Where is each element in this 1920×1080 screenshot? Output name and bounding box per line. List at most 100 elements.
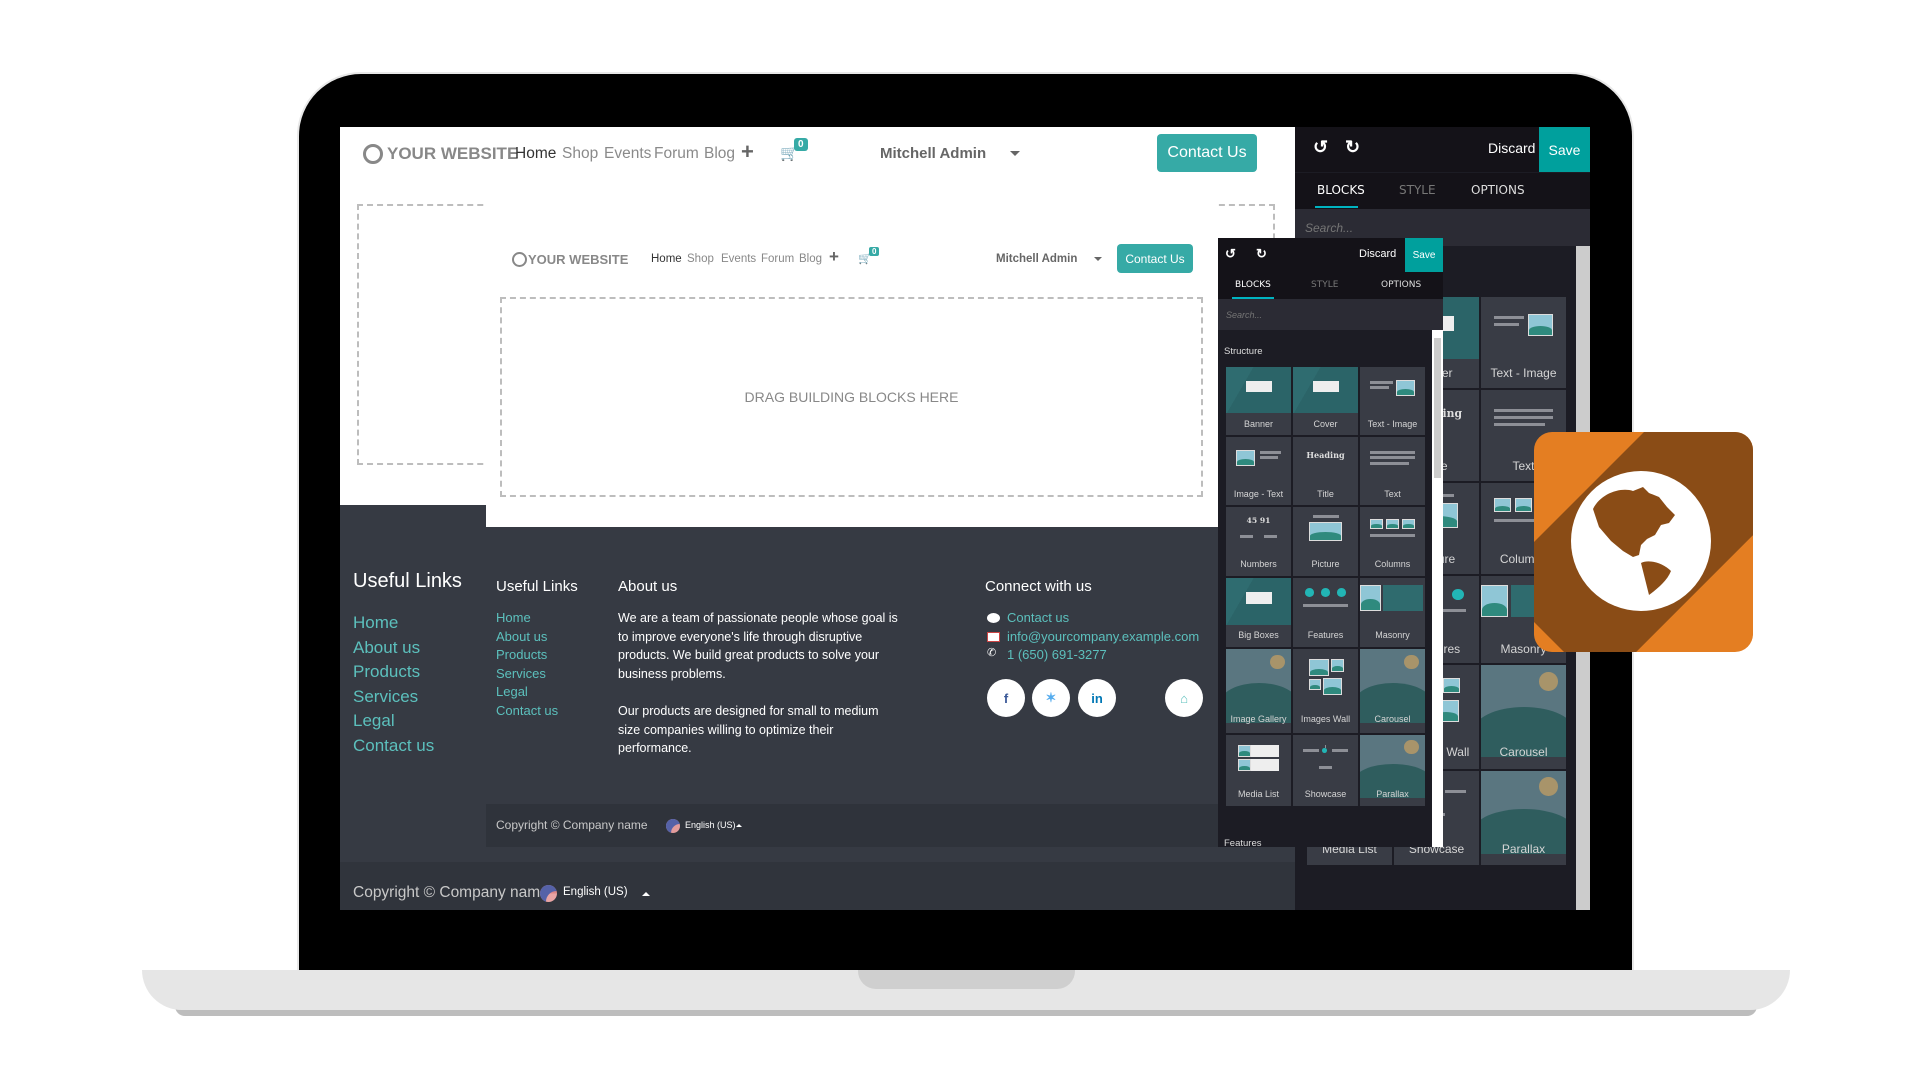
twitter-icon[interactable]: ✶	[1032, 679, 1070, 717]
nav-events[interactable]: Events	[604, 145, 651, 163]
block-carousel[interactable]: Carousel	[1481, 665, 1566, 769]
footer-link-legal[interactable]: Legal	[353, 709, 434, 734]
save-button[interactable]: Save	[1539, 127, 1590, 172]
footer-link-products[interactable]: Products	[353, 660, 434, 685]
inner-footer-link-legal[interactable]: Legal	[496, 683, 558, 702]
section-structure: Structure	[1224, 346, 1263, 357]
comment-icon	[987, 613, 1000, 623]
block-label: Image - Text	[1233, 488, 1284, 499]
user-menu[interactable]: Mitchell Admin	[880, 145, 986, 162]
inner-block-image-text[interactable]: Image - Text	[1226, 437, 1291, 505]
globe-logo-icon	[512, 252, 527, 267]
inner-save-button[interactable]: Save	[1405, 238, 1443, 272]
inner-add-plus-icon[interactable]: +	[829, 247, 839, 267]
block-label: Title	[1317, 488, 1334, 499]
outer-footer-links: Home About us Products Services Legal Co…	[353, 611, 434, 759]
discard-button[interactable]: Discard	[1488, 140, 1535, 156]
inner-block-text-image[interactable]: Text - Image	[1360, 367, 1425, 435]
inner-block-big-boxes[interactable]: Big Boxes	[1226, 578, 1291, 647]
inner-blocks-search-input[interactable]	[1218, 299, 1443, 330]
nav-shop[interactable]: Shop	[562, 145, 598, 163]
linkedin-icon[interactable]: in	[1078, 679, 1116, 717]
site-logo[interactable]: YOUR WEBSITE	[387, 144, 518, 164]
contact-us-button[interactable]: Contact Us	[1157, 134, 1257, 172]
editor-tabs: BLOCKS STYLE OPTIONS	[1295, 173, 1590, 209]
block-parallax[interactable]: Parallax	[1481, 771, 1566, 865]
home-icon[interactable]: ⌂	[1165, 679, 1203, 717]
facebook-icon[interactable]: f	[987, 679, 1025, 717]
inner-footer-link-about[interactable]: About us	[496, 628, 558, 647]
inner-block-banner[interactable]: Banner	[1226, 367, 1291, 435]
inner-footer-link-home[interactable]: Home	[496, 609, 558, 628]
footer-link-contact[interactable]: Contact us	[353, 734, 434, 759]
inner-language-selector[interactable]: English (US)	[685, 820, 736, 830]
connect-contact-link[interactable]: Contact us	[1007, 609, 1069, 628]
inner-website: YOUR WEBSITE Home Shop Events Forum Blog…	[486, 203, 1218, 527]
inner-nav-forum[interactable]: Forum	[761, 253, 794, 265]
block-text-image[interactable]: Text - Image	[1481, 297, 1566, 388]
inner-footer-link-products[interactable]: Products	[496, 646, 558, 665]
inner-block-text[interactable]: Text	[1360, 437, 1425, 505]
inner-block-picture[interactable]: Picture	[1293, 507, 1358, 576]
footer-link-services[interactable]: Services	[353, 685, 434, 710]
about-paragraph-2: Our products are designed for small to m…	[618, 704, 879, 756]
redo-icon[interactable]: ↻	[1345, 137, 1360, 158]
tab-style[interactable]: STYLE	[1399, 183, 1436, 197]
section-features: Features	[1224, 838, 1262, 847]
inner-block-media-list[interactable]: Media List	[1226, 735, 1291, 806]
inner-block-image-gallery[interactable]: Image Gallery	[1226, 649, 1291, 733]
inner-nav-shop[interactable]: Shop	[687, 253, 714, 265]
inner-tab-options[interactable]: OPTIONS	[1381, 280, 1421, 290]
undo-icon[interactable]: ↺	[1313, 137, 1328, 158]
language-selector[interactable]: English (US)	[563, 886, 628, 898]
block-label: Text - Image	[1490, 365, 1557, 380]
nav-forum[interactable]: Forum	[654, 145, 699, 163]
inner-block-showcase[interactable]: Showcase	[1293, 735, 1358, 806]
block-label: Text	[1384, 488, 1401, 499]
inner-block-columns[interactable]: Columns	[1360, 507, 1425, 576]
inner-site-logo[interactable]: YOUR WEBSITE	[528, 252, 628, 267]
inner-nav-events[interactable]: Events	[721, 253, 756, 265]
inner-block-numbers[interactable]: 45 91 Numbers	[1226, 507, 1291, 576]
inner-footer-link-services[interactable]: Services	[496, 665, 558, 684]
email-link[interactable]: info@yourcompany.example.com	[1007, 628, 1199, 647]
inner-redo-icon[interactable]: ↻	[1256, 246, 1267, 262]
block-label: Parallax	[1376, 789, 1409, 800]
nav-blog[interactable]: Blog	[704, 145, 735, 163]
inner-copyright: Copyright © Company name	[496, 818, 648, 832]
inner-block-parallax[interactable]: Parallax	[1360, 735, 1425, 806]
inner-user-menu[interactable]: Mitchell Admin	[996, 253, 1077, 265]
footer-link-about[interactable]: About us	[353, 636, 434, 661]
block-label: Parallax	[1501, 842, 1546, 857]
footer-link-home[interactable]: Home	[353, 611, 434, 636]
about-title: About us	[618, 578, 678, 595]
block-label: Carousel	[1374, 713, 1411, 724]
scrollbar-thumb[interactable]	[1434, 338, 1441, 478]
nav-home[interactable]: Home	[515, 145, 556, 163]
connect-title: Connect with us	[985, 578, 1092, 595]
inner-tab-blocks[interactable]: BLOCKS	[1235, 280, 1271, 290]
inner-editor-scrollbar[interactable]	[1432, 330, 1443, 847]
inner-block-cover[interactable]: Cover	[1293, 367, 1358, 435]
inner-contact-us-button[interactable]: Contact Us	[1117, 244, 1193, 273]
phone-link[interactable]: 1 (650) 691-3277	[1007, 646, 1107, 665]
tab-blocks[interactable]: BLOCKS	[1317, 183, 1365, 197]
block-label: Carousel	[1499, 744, 1548, 759]
inner-dropzone[interactable]: DRAG BUILDING BLOCKS HERE	[500, 297, 1203, 497]
inner-block-features[interactable]: Features	[1293, 578, 1358, 647]
inner-nav-home[interactable]: Home	[651, 253, 682, 265]
globe-badge	[1534, 432, 1753, 652]
about-paragraph-1: We are a team of passionate people whose…	[618, 611, 898, 682]
inner-block-title[interactable]: Heading Title	[1293, 437, 1358, 505]
tab-options[interactable]: OPTIONS	[1471, 183, 1525, 197]
inner-undo-icon[interactable]: ↺	[1225, 246, 1236, 262]
inner-block-carousel[interactable]: Carousel	[1360, 649, 1425, 733]
inner-block-masonry[interactable]: Masonry	[1360, 578, 1425, 647]
inner-block-images-wall[interactable]: Images Wall	[1293, 649, 1358, 733]
add-page-plus-icon[interactable]: +	[741, 139, 754, 165]
inner-nav-blog[interactable]: Blog	[799, 253, 822, 265]
active-tab-indicator	[1315, 206, 1358, 208]
inner-tab-style[interactable]: STYLE	[1311, 280, 1338, 290]
inner-footer-link-contact[interactable]: Contact us	[496, 702, 558, 721]
inner-discard-button[interactable]: Discard	[1359, 248, 1396, 260]
